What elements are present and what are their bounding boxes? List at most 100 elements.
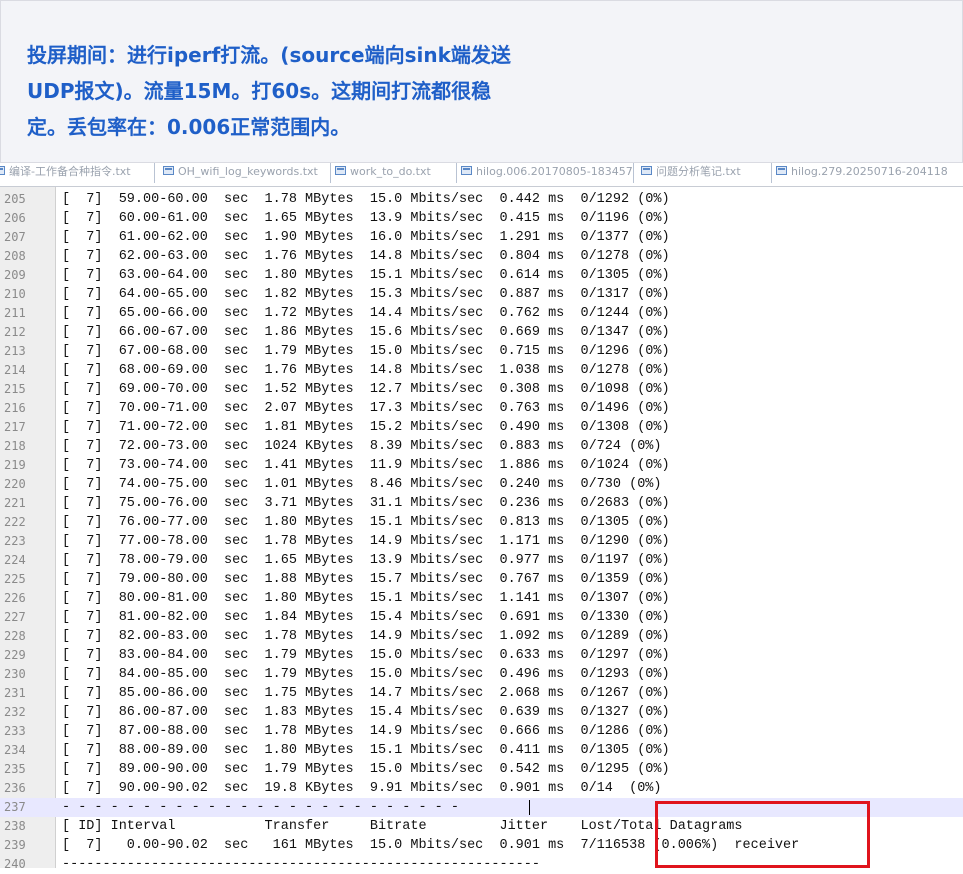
code-line[interactable]: 205 [ 7] 59.00-60.00 sec 1.78 MBytes 15.0…: [0, 190, 963, 209]
text-editor[interactable]: 205 [ 7] 59.00-60.00 sec 1.78 MBytes 15.0…: [0, 187, 963, 872]
tab-file[interactable]: work_to_do.txt: [333, 163, 457, 183]
code-line[interactable]: 236 [ 7] 90.00-90.02 sec 19.8 KBytes 9.91…: [0, 779, 963, 798]
text-caret: [529, 800, 530, 815]
code-line[interactable]: 223 [ 7] 77.00-78.00 sec 1.78 MBytes 14.9…: [0, 532, 963, 551]
line-number: 228: [4, 629, 26, 643]
code-line[interactable]: 213 [ 7] 67.00-68.00 sec 1.79 MBytes 15.0…: [0, 342, 963, 361]
code-text: [ 7] 81.00-82.00 sec 1.84 MBytes 15.4 Mb…: [62, 610, 670, 625]
tab-file[interactable]: 问题分析笔记.txt: [639, 163, 772, 183]
tab-file[interactable]: 编译-工作备合种指令.txt: [0, 163, 155, 183]
line-number: 209: [4, 268, 26, 282]
code-line[interactable]: 219 [ 7] 73.00-74.00 sec 1.41 MBytes 11.9…: [0, 456, 963, 475]
code-line[interactable]: 228 [ 7] 82.00-83.00 sec 1.78 MBytes 14.9…: [0, 627, 963, 646]
code-text: [ 7] 83.00-84.00 sec 1.79 MBytes 15.0 Mb…: [62, 648, 670, 663]
tab-label: work_to_do.txt: [350, 165, 431, 178]
note-line: 投屏期间：进行iperf打流。(source端向sink端发送: [27, 43, 511, 67]
code-line[interactable]: 229 [ 7] 83.00-84.00 sec 1.79 MBytes 15.0…: [0, 646, 963, 665]
code-line[interactable]: 216 [ 7] 70.00-71.00 sec 2.07 MBytes 17.3…: [0, 399, 963, 418]
code-text: [ 7] 75.00-76.00 sec 3.71 MBytes 31.1 Mb…: [62, 496, 670, 511]
code-text: [ 7] 85.00-86.00 sec 1.75 MBytes 14.7 Mb…: [62, 686, 670, 701]
code-line[interactable]: 211 [ 7] 65.00-66.00 sec 1.72 MBytes 14.4…: [0, 304, 963, 323]
code-line[interactable]: 233 [ 7] 87.00-88.00 sec 1.78 MBytes 14.9…: [0, 722, 963, 741]
text-file-icon: [163, 166, 174, 175]
code-line[interactable]: 227 [ 7] 81.00-82.00 sec 1.84 MBytes 15.4…: [0, 608, 963, 627]
line-number: 238: [4, 819, 26, 833]
code-text: [ 7] 90.00-90.02 sec 19.8 KBytes 9.91 Mb…: [62, 781, 662, 796]
code-line[interactable]: 214 [ 7] 68.00-69.00 sec 1.76 MBytes 14.8…: [0, 361, 963, 380]
line-number: 240: [4, 857, 26, 871]
code-text: [ 7] 72.00-73.00 sec 1024 KBytes 8.39 Mb…: [62, 439, 662, 454]
code-text: [ 7] 86.00-87.00 sec 1.83 MBytes 15.4 Mb…: [62, 705, 670, 720]
code-line[interactable]: 235 [ 7] 89.00-90.00 sec 1.79 MBytes 15.0…: [0, 760, 963, 779]
tab-label: hilog.006.20170805-183457: [476, 165, 633, 178]
code-line[interactable]: 221 [ 7] 75.00-76.00 sec 3.71 MBytes 31.1…: [0, 494, 963, 513]
code-line[interactable]: 237 - - - - - - - - - - - - - - - - - - -…: [0, 798, 963, 817]
line-number: 235: [4, 762, 26, 776]
code-line[interactable]: 215 [ 7] 69.00-70.00 sec 1.52 MBytes 12.7…: [0, 380, 963, 399]
code-text: [ 7] 82.00-83.00 sec 1.78 MBytes 14.9 Mb…: [62, 629, 670, 644]
tab-file[interactable]: OH_wifi_log_keywords.txt: [161, 163, 331, 183]
line-number: 224: [4, 553, 26, 567]
line-number: 211: [4, 306, 26, 320]
code-text: [ 7] 73.00-74.00 sec 1.41 MBytes 11.9 Mb…: [62, 458, 670, 473]
line-number: 223: [4, 534, 26, 548]
code-line[interactable]: 234 [ 7] 88.00-89.00 sec 1.80 MBytes 15.1…: [0, 741, 963, 760]
line-number: 207: [4, 230, 26, 244]
note-line: UDP报文)。流量15M。打60s。这期间打流都很稳: [27, 79, 492, 103]
code-text: [ 7] 74.00-75.00 sec 1.01 MBytes 8.46 Mb…: [62, 477, 662, 492]
code-line[interactable]: 209 [ 7] 63.00-64.00 sec 1.80 MBytes 15.1…: [0, 266, 963, 285]
code-text: [ 7] 89.00-90.00 sec 1.79 MBytes 15.0 Mb…: [62, 762, 670, 777]
code-line[interactable]: 222 [ 7] 76.00-77.00 sec 1.80 MBytes 15.1…: [0, 513, 963, 532]
code-text: [ 7] 63.00-64.00 sec 1.80 MBytes 15.1 Mb…: [62, 268, 670, 283]
code-text: [ 7] 66.00-67.00 sec 1.86 MBytes 15.6 Mb…: [62, 325, 670, 340]
code-line[interactable]: 232 [ 7] 86.00-87.00 sec 1.83 MBytes 15.4…: [0, 703, 963, 722]
code-line[interactable]: 226 [ 7] 80.00-81.00 sec 1.80 MBytes 15.1…: [0, 589, 963, 608]
code-line[interactable]: 218 [ 7] 72.00-73.00 sec 1024 KBytes 8.39…: [0, 437, 963, 456]
editor-tab-bar: 编译-工作备合种指令.txt OH_wifi_log_keywords.txt …: [0, 163, 963, 187]
code-text: [ 7] 64.00-65.00 sec 1.82 MBytes 15.3 Mb…: [62, 287, 670, 302]
code-line[interactable]: 224 [ 7] 78.00-79.00 sec 1.65 MBytes 13.9…: [0, 551, 963, 570]
line-number: 226: [4, 591, 26, 605]
line-number: 215: [4, 382, 26, 396]
code-text: [ 7] 67.00-68.00 sec 1.79 MBytes 15.0 Mb…: [62, 344, 670, 359]
line-number: 237: [4, 800, 26, 814]
code-text: [ 7] 0.00-90.02 sec 161 MBytes 15.0 Mbit…: [62, 838, 800, 853]
code-text: [ 7] 79.00-80.00 sec 1.88 MBytes 15.7 Mb…: [62, 572, 670, 587]
code-text: [ 7] 68.00-69.00 sec 1.76 MBytes 14.8 Mb…: [62, 363, 670, 378]
tab-file[interactable]: hilog.006.20170805-183457: [459, 163, 634, 183]
line-number: 214: [4, 363, 26, 377]
code-line[interactable]: 239 [ 7] 0.00-90.02 sec 161 MBytes 15.0 M…: [0, 836, 963, 855]
code-line[interactable]: 208 [ 7] 62.00-63.00 sec 1.76 MBytes 14.8…: [0, 247, 963, 266]
code-line[interactable]: 230 [ 7] 84.00-85.00 sec 1.79 MBytes 15.0…: [0, 665, 963, 684]
code-line[interactable]: 240 -------------------------------------…: [0, 855, 963, 874]
line-number: 236: [4, 781, 26, 795]
line-number: 233: [4, 724, 26, 738]
code-text: [ 7] 84.00-85.00 sec 1.79 MBytes 15.0 Mb…: [62, 667, 670, 682]
code-line[interactable]: 238 [ ID] Interval Transfer Bitrate Jitte…: [0, 817, 963, 836]
text-file-icon: [641, 166, 652, 175]
code-line[interactable]: 231 [ 7] 85.00-86.00 sec 1.75 MBytes 14.7…: [0, 684, 963, 703]
code-text: ----------------------------------------…: [62, 857, 540, 872]
line-number: 206: [4, 211, 26, 225]
code-line[interactable]: 206 [ 7] 60.00-61.00 sec 1.65 MBytes 13.9…: [0, 209, 963, 228]
code-text: [ 7] 77.00-78.00 sec 1.78 MBytes 14.9 Mb…: [62, 534, 670, 549]
code-line[interactable]: 212 [ 7] 66.00-67.00 sec 1.86 MBytes 15.6…: [0, 323, 963, 342]
code-text: [ 7] 59.00-60.00 sec 1.78 MBytes 15.0 Mb…: [62, 192, 670, 207]
tab-file[interactable]: hilog.279.20250716-204118: [774, 163, 963, 183]
code-text: [ 7] 71.00-72.00 sec 1.81 MBytes 15.2 Mb…: [62, 420, 670, 435]
code-text: [ 7] 76.00-77.00 sec 1.80 MBytes 15.1 Mb…: [62, 515, 670, 530]
line-number: 208: [4, 249, 26, 263]
code-line[interactable]: 210 [ 7] 64.00-65.00 sec 1.82 MBytes 15.3…: [0, 285, 963, 304]
code-line[interactable]: 207 [ 7] 61.00-62.00 sec 1.90 MBytes 16.0…: [0, 228, 963, 247]
code-text: [ 7] 61.00-62.00 sec 1.90 MBytes 16.0 Mb…: [62, 230, 670, 245]
code-line[interactable]: 220 [ 7] 74.00-75.00 sec 1.01 MBytes 8.46…: [0, 475, 963, 494]
code-text: [ 7] 70.00-71.00 sec 2.07 MBytes 17.3 Mb…: [62, 401, 670, 416]
text-file-icon: [335, 166, 346, 175]
code-line[interactable]: 225 [ 7] 79.00-80.00 sec 1.88 MBytes 15.7…: [0, 570, 963, 589]
line-number: 210: [4, 287, 26, 301]
code-line[interactable]: 217 [ 7] 71.00-72.00 sec 1.81 MBytes 15.2…: [0, 418, 963, 437]
line-number: 219: [4, 458, 26, 472]
line-number: 222: [4, 515, 26, 529]
text-file-icon: [776, 166, 787, 175]
code-text: [ 7] 78.00-79.00 sec 1.65 MBytes 13.9 Mb…: [62, 553, 670, 568]
